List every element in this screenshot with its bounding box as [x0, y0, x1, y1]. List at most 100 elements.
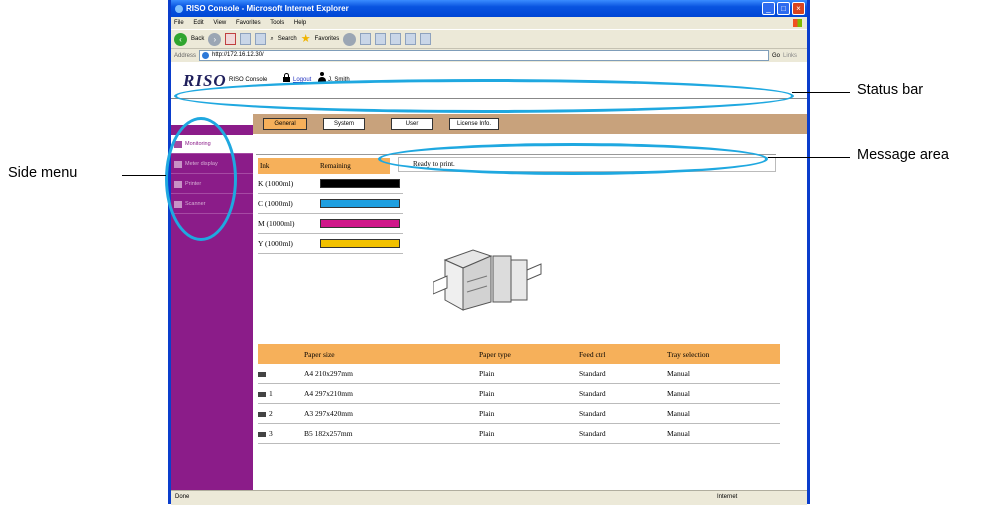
- favorites-button[interactable]: Favorites: [315, 36, 340, 42]
- menu-edit[interactable]: Edit: [193, 20, 203, 26]
- message-area-leader-line: [768, 157, 850, 158]
- favorites-icon[interactable]: ★: [301, 33, 311, 45]
- tray-selection-cell: Manual: [667, 383, 780, 404]
- paper-type-cell: Plain: [479, 423, 579, 444]
- tray-number: 3: [269, 429, 273, 438]
- lock-icon: [283, 73, 290, 82]
- paper-size-cell: A4 210x297mm: [304, 364, 479, 384]
- tray-selection-cell: Manual: [667, 423, 780, 444]
- tray-icon: [258, 411, 266, 417]
- table-row: 1 A4 297x210mm Plain Standard Manual: [258, 383, 780, 404]
- tray-selection-header: Tray selection: [667, 344, 780, 364]
- paper-size-cell: A3 297x420mm: [304, 403, 479, 424]
- mail-icon[interactable]: [360, 33, 372, 45]
- search-icon[interactable]: ⌕: [270, 36, 273, 43]
- console-label: RISO Console: [229, 77, 268, 83]
- search-button[interactable]: Search: [278, 36, 297, 42]
- ink-row-m: M (1000ml): [258, 214, 403, 234]
- tray-selection-cell: Manual: [667, 364, 780, 384]
- message-area-highlight-ring: [378, 143, 768, 175]
- print-icon[interactable]: [375, 33, 387, 45]
- refresh-icon[interactable]: [240, 33, 252, 45]
- tray-selection-cell: Manual: [667, 403, 780, 424]
- ink-level-bar: [320, 179, 400, 188]
- back-button[interactable]: Back: [191, 36, 204, 42]
- tray-cell: 3: [258, 423, 304, 444]
- menu-help[interactable]: Help: [294, 20, 306, 26]
- ink-level-bar: [320, 219, 400, 228]
- browser-status-bar: Done Internet: [171, 490, 807, 505]
- ink-row-y: Y (1000ml): [258, 234, 403, 254]
- ink-row-c: C (1000ml): [258, 194, 403, 214]
- ink-column-header: Ink: [260, 162, 270, 170]
- table-row: A4 210x297mm Plain Standard Manual: [258, 364, 780, 384]
- side-menu-leader-line: [122, 175, 166, 176]
- paper-size-cell: A4 297x210mm: [304, 383, 479, 404]
- edit-icon[interactable]: [390, 33, 402, 45]
- ink-label: C (1000ml): [258, 199, 293, 208]
- ink-row-k: K (1000ml): [258, 174, 403, 194]
- main-content: Ink Remaining Ready to print. K (1000ml)…: [253, 134, 807, 490]
- home-icon[interactable]: [255, 33, 267, 45]
- side-menu-callout: Side menu: [8, 165, 78, 181]
- close-icon[interactable]: ×: [792, 2, 805, 15]
- paper-type-header: Paper type: [479, 344, 579, 364]
- status-bar-highlight-ring: [174, 79, 794, 113]
- tray-icon: [258, 391, 266, 397]
- history-icon[interactable]: [343, 32, 357, 46]
- folder-icon[interactable]: [405, 33, 417, 45]
- menu-favorites[interactable]: Favorites: [236, 20, 261, 26]
- feed-ctrl-cell: Standard: [579, 403, 667, 424]
- remaining-column-header: Remaining: [320, 162, 351, 170]
- paper-table: Paper size Paper type Feed ctrl Tray sel…: [258, 344, 780, 444]
- internet-zone: Internet: [717, 494, 738, 500]
- messenger-icon[interactable]: [420, 33, 432, 45]
- riso-console-page: RISO RISO Console Logout J. Smith Genera…: [171, 62, 807, 490]
- title-bar: RISO Console - Microsoft Internet Explor…: [171, 0, 807, 17]
- tab-user[interactable]: User: [391, 118, 433, 130]
- paper-size-cell: B5 182x257mm: [304, 423, 479, 444]
- go-button[interactable]: Go: [772, 53, 780, 59]
- minimize-icon[interactable]: _: [762, 2, 775, 15]
- tray-number: 1: [269, 389, 273, 398]
- ink-level-bar: [320, 239, 400, 248]
- ink-header: Ink Remaining: [258, 158, 390, 174]
- status-text: Done: [175, 494, 190, 500]
- browser-toolbar: ‹ Back › ⌕ Search ★ Favorites: [171, 29, 807, 49]
- menu-tools[interactable]: Tools: [270, 20, 284, 26]
- paper-type-cell: Plain: [479, 364, 579, 384]
- feed-ctrl-cell: Standard: [579, 383, 667, 404]
- menu-view[interactable]: View: [213, 20, 226, 26]
- feed-ctrl-cell: Standard: [579, 423, 667, 444]
- ink-level-bar: [320, 199, 400, 208]
- tray-cell: [258, 364, 304, 384]
- links-button[interactable]: Links: [783, 53, 797, 59]
- table-row: 2 A3 297x420mm Plain Standard Manual: [258, 403, 780, 424]
- side-menu-highlight-ring: [165, 117, 237, 241]
- address-bar: Address http://172.16.12.30/ Go Links: [171, 49, 807, 62]
- tray-cell: 1: [258, 383, 304, 404]
- forward-icon[interactable]: ›: [208, 32, 222, 46]
- address-label: Address: [174, 52, 197, 59]
- paper-type-cell: Plain: [479, 383, 579, 404]
- tab-bar: General System User License Info.: [253, 114, 807, 134]
- window-title: RISO Console - Microsoft Internet Explor…: [186, 4, 349, 13]
- tray-icon: [258, 371, 266, 377]
- ink-label: K (1000ml): [258, 179, 294, 188]
- status-bar-callout: Status bar: [857, 82, 924, 98]
- stop-icon[interactable]: [225, 33, 237, 45]
- tab-license-info[interactable]: License Info.: [449, 118, 499, 130]
- tray-number: 2: [269, 409, 273, 418]
- tray-column-header: [258, 344, 304, 364]
- menu-file[interactable]: File: [174, 20, 184, 26]
- maximize-icon[interactable]: □: [777, 2, 790, 15]
- ink-label: M (1000ml): [258, 219, 295, 228]
- message-area-callout: Message area: [857, 147, 949, 163]
- address-input[interactable]: http://172.16.12.30/: [199, 50, 770, 61]
- feed-ctrl-header: Feed ctrl: [579, 344, 667, 364]
- tab-system[interactable]: System: [323, 118, 365, 130]
- paper-type-cell: Plain: [479, 403, 579, 424]
- tab-general[interactable]: General: [263, 118, 307, 130]
- table-row: 3 B5 182x257mm Plain Standard Manual: [258, 423, 780, 444]
- back-icon[interactable]: ‹: [174, 32, 187, 46]
